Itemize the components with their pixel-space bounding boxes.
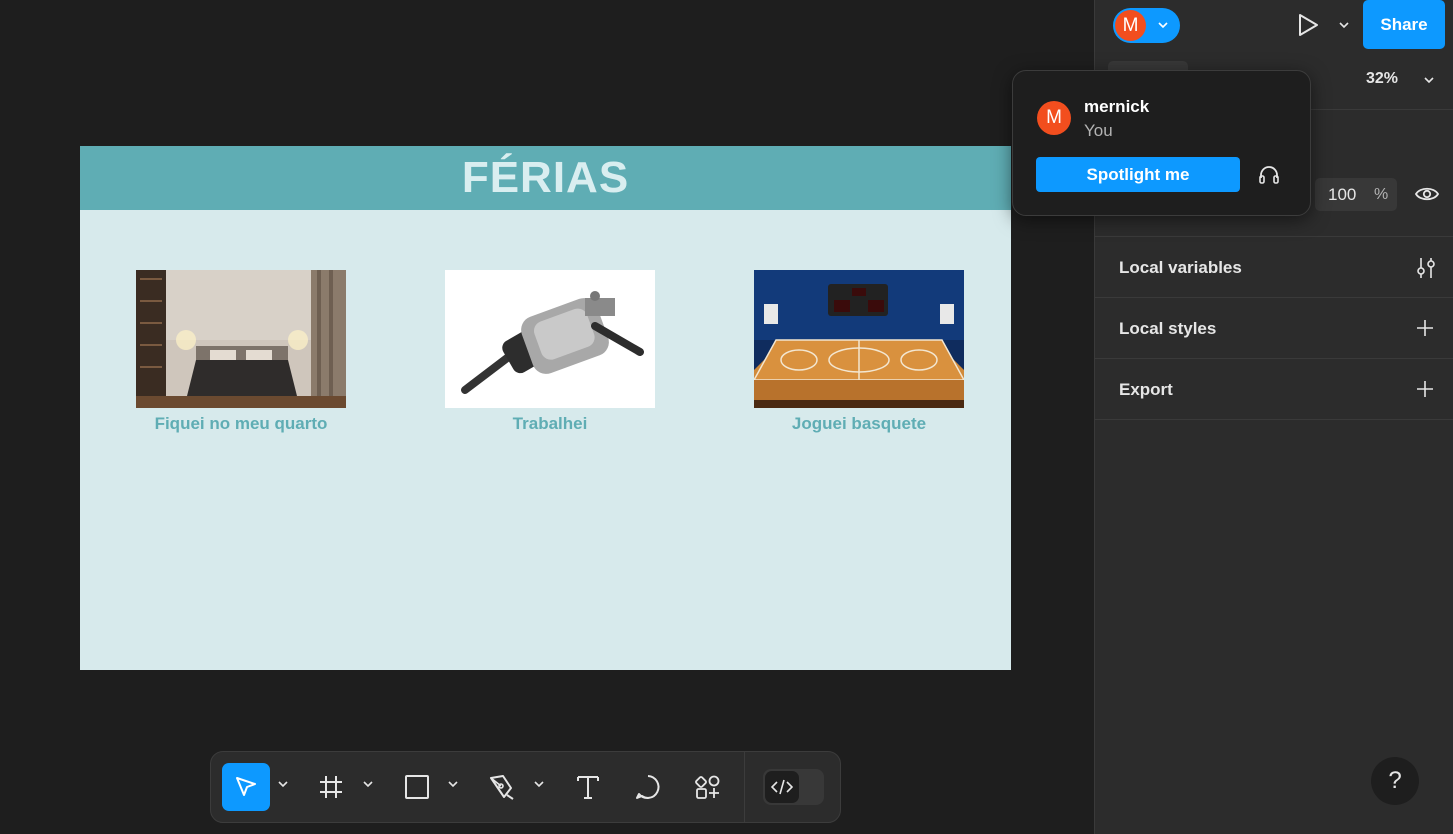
frame-icon [320,776,342,798]
basketball-court-illustration [754,270,964,408]
share-button[interactable]: Share [1363,0,1445,49]
export-label: Export [1119,380,1173,399]
eye-icon[interactable] [1415,185,1439,203]
panel-divider [1095,358,1453,359]
shape-tool-button[interactable] [403,763,431,811]
design-canvas[interactable]: FÉRIAS Fiquei no meu quarto Trabalhei Jo… [0,0,1094,834]
mechanical-part-photo [445,270,655,408]
spotlight-me-button[interactable]: Spotlight me [1036,157,1240,192]
frame-header: FÉRIAS [80,146,1011,210]
figma-app: FÉRIAS Fiquei no meu quarto Trabalhei Jo… [0,0,1453,834]
rectangle-icon [405,775,429,799]
comment-icon [636,775,660,799]
card-caption: Trabalhei [512,414,588,433]
frame-tool-button[interactable] [317,763,345,811]
local-variables-label: Local variables [1119,258,1242,277]
design-frame[interactable]: FÉRIAS Fiquei no meu quarto Trabalhei Jo… [80,146,1011,670]
text-tool-button[interactable] [574,763,602,811]
multiplayer-avatars-button[interactable]: M [1113,8,1180,43]
layer-opacity-unit: % [1374,186,1389,203]
zoom-level[interactable]: 32% [1366,70,1398,88]
add-style-plus-icon[interactable] [1415,318,1435,338]
comment-tool-button[interactable] [634,763,662,811]
card-caption: Joguei basquete [791,414,927,433]
layer-opacity-value[interactable]: 100 [1328,185,1356,205]
toolbar-divider [744,752,745,822]
move-tool-chevron-down-icon[interactable] [278,780,288,788]
actions-icon [695,775,720,799]
help-button[interactable]: ? [1371,757,1419,805]
code-icon [771,779,793,795]
avatar: M [1115,10,1146,41]
card-basketball[interactable]: Joguei basquete [754,270,964,434]
avatar: M [1037,101,1071,135]
move-icon [236,777,256,796]
card-work[interactable]: Trabalhei [445,270,655,434]
present-chevron-down-icon[interactable] [1338,19,1350,31]
panel-divider [1095,419,1453,420]
pen-icon [490,775,514,800]
frame-title: FÉRIAS [461,153,630,202]
user-name: mernick [1084,97,1150,116]
user-popover: M mernick You Spotlight me [1012,70,1311,216]
card-caption: Fiquei no meu quarto [154,414,328,433]
present-play-icon[interactable] [1296,12,1320,38]
zoom-chevron-down-icon[interactable] [1423,74,1435,86]
text-icon [577,776,599,799]
move-tool-button[interactable] [222,763,270,811]
frame-tool-chevron-down-icon[interactable] [363,780,373,788]
chevron-down-icon [1158,22,1168,29]
headphones-icon[interactable] [1258,164,1280,184]
bedroom-photo [136,270,346,408]
variables-sliders-icon[interactable] [1415,256,1437,280]
panel-divider [1095,236,1453,237]
dev-mode-toggle-knob [765,771,799,803]
pen-tool-button[interactable] [488,763,516,811]
bottom-toolbar [210,751,841,823]
local-styles-label: Local styles [1119,319,1217,338]
user-subtitle: You [1084,121,1113,140]
card-bedroom[interactable]: Fiquei no meu quarto [136,270,346,434]
add-export-plus-icon[interactable] [1415,379,1435,399]
shape-tool-chevron-down-icon[interactable] [448,780,458,788]
pen-tool-chevron-down-icon[interactable] [534,780,544,788]
actions-tool-button[interactable] [694,763,722,811]
panel-divider [1095,297,1453,298]
dev-mode-toggle[interactable] [763,769,824,805]
